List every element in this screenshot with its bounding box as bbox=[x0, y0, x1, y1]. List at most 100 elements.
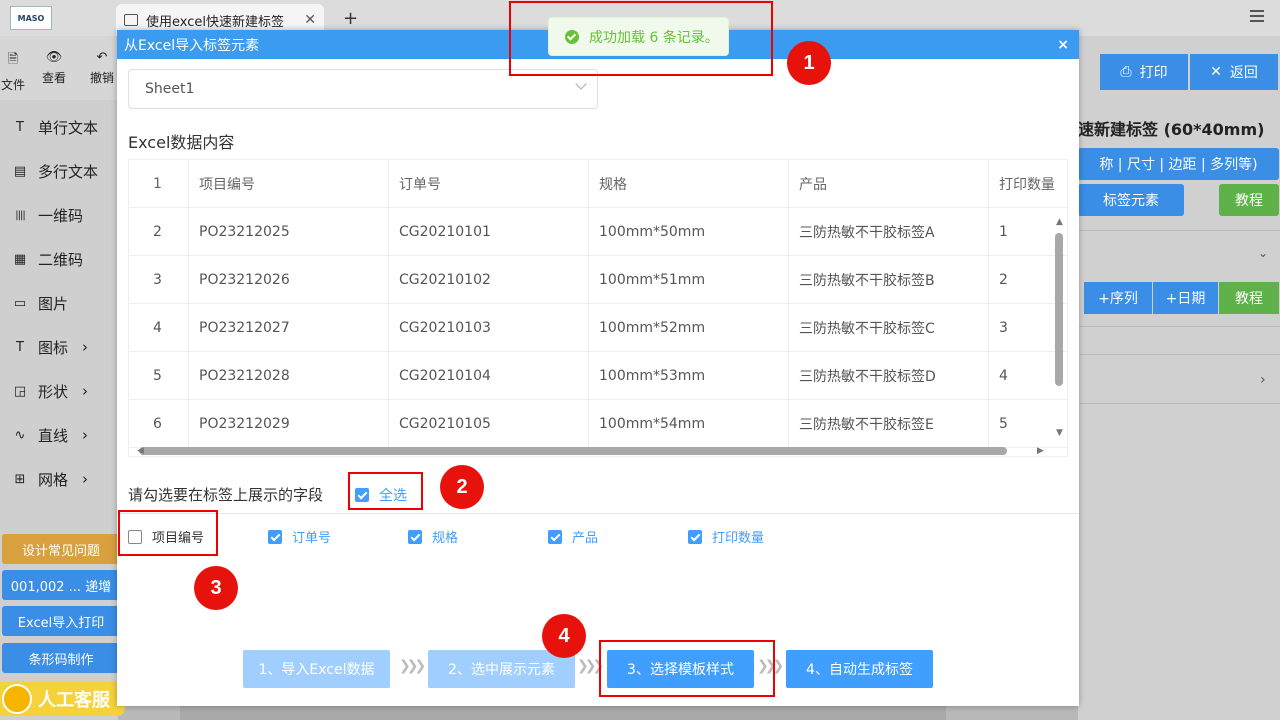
tool-line[interactable]: ∿ 直线 › bbox=[12, 423, 88, 447]
tool-label: 单行文本 bbox=[38, 118, 99, 137]
chevron-down-icon[interactable]: ⌄ bbox=[1258, 246, 1268, 260]
scroll-left-icon[interactable]: ◀ bbox=[137, 446, 144, 456]
close-tab-icon[interactable]: ✕ bbox=[304, 12, 316, 28]
file-button[interactable]: 🗎 文件 bbox=[0, 50, 26, 93]
tool-label: 多行文本 bbox=[38, 162, 99, 181]
table-cell: 三防热敏不干胶标签C bbox=[789, 304, 989, 352]
table-row[interactable]: 4 PO23212027 CG20210103 100mm*52mm 三防热敏不… bbox=[129, 304, 1067, 352]
divider bbox=[117, 513, 1079, 514]
checkbox-checked-icon bbox=[268, 529, 282, 544]
qrcode-icon: ▦ bbox=[13, 251, 27, 267]
annotation-box-1 bbox=[509, 1, 773, 76]
table-cell: CG20210103 bbox=[389, 304, 589, 352]
tool-icon[interactable]: T 图标 › bbox=[12, 335, 88, 359]
horizontal-scrollbar[interactable] bbox=[139, 447, 1007, 455]
label-elements-button[interactable]: 标签元素 bbox=[1078, 184, 1184, 216]
tool-barcode[interactable]: |||| 一维码 bbox=[12, 203, 83, 227]
annotation-box-3 bbox=[118, 510, 218, 556]
excel-data-table: 1 项目编号 订单号 规格 产品 打印数量 2 PO23212025 CG202… bbox=[128, 159, 1068, 457]
close-icon[interactable]: × bbox=[1057, 37, 1069, 53]
back-button[interactable]: ✕ 返回 bbox=[1190, 54, 1278, 90]
annotation-badge-3: 3 bbox=[194, 566, 238, 610]
text-icon: T bbox=[16, 119, 24, 135]
annotation-box-2 bbox=[348, 472, 423, 510]
chevron-right-icon: › bbox=[82, 426, 89, 444]
chevrons-right-icon: ❯❯❯ bbox=[577, 658, 604, 674]
undo-button[interactable]: ↶ 撤销 bbox=[88, 50, 116, 86]
field-checkbox-spec[interactable]: 规格 bbox=[408, 527, 458, 546]
table-cell: 三防热敏不干胶标签E bbox=[789, 400, 989, 448]
tool-image[interactable]: ▭ 图片 bbox=[12, 291, 68, 315]
shape-icon: ◲ bbox=[13, 383, 27, 399]
scroll-down-icon[interactable]: ▼ bbox=[1056, 428, 1063, 438]
vertical-scrollbar[interactable] bbox=[1055, 233, 1063, 386]
multiline-icon: ▤ bbox=[13, 163, 27, 179]
step-generate-labels[interactable]: 4、自动生成标签 bbox=[786, 650, 933, 688]
excel-import-button[interactable]: Excel导入打印 bbox=[2, 606, 120, 636]
file-icon: 🗎 bbox=[7, 52, 19, 67]
field-checkbox-product[interactable]: 产品 bbox=[548, 527, 598, 546]
label-title: 速新建标签 (60*40mm) bbox=[1078, 120, 1265, 139]
checkbox-checked-icon bbox=[548, 529, 562, 544]
view-button[interactable]: 👁 查看 bbox=[40, 50, 68, 86]
table-cell: CG20210105 bbox=[389, 400, 589, 448]
field-checkbox-order-no[interactable]: 订单号 bbox=[268, 527, 331, 546]
tutorial-button-2[interactable]: 教程 bbox=[1219, 282, 1279, 314]
new-tab-icon[interactable]: + bbox=[343, 8, 358, 29]
table-cell: 100mm*54mm bbox=[589, 400, 789, 448]
checkbox-checked-icon bbox=[688, 529, 702, 544]
page-icon bbox=[124, 14, 138, 26]
table-cell: 6 bbox=[129, 400, 189, 448]
chevron-right-icon: › bbox=[82, 382, 89, 400]
menu-icon[interactable] bbox=[1250, 10, 1264, 22]
table-row[interactable]: 2 PO23212025 CG20210101 100mm*50mm 三防热敏不… bbox=[129, 208, 1067, 256]
header-cell: 项目编号 bbox=[189, 160, 389, 208]
table-cell: 100mm*52mm bbox=[589, 304, 789, 352]
chevron-right-icon[interactable]: › bbox=[1260, 372, 1266, 388]
tool-grid[interactable]: ⊞ 网格 › bbox=[12, 467, 88, 491]
step-select-elements[interactable]: 2、选中展示元素 bbox=[428, 650, 575, 688]
table-row[interactable]: 6 PO23212029 CG20210105 100mm*54mm 三防热敏不… bbox=[129, 400, 1067, 448]
tool-multi-line-text[interactable]: ▤ 多行文本 bbox=[12, 159, 98, 183]
sheet-value: Sheet1 bbox=[145, 81, 195, 97]
table-cell: 三防热敏不干胶标签D bbox=[789, 352, 989, 400]
table-row[interactable]: 5 PO23212028 CG20210104 100mm*53mm 三防热敏不… bbox=[129, 352, 1067, 400]
size-settings-button[interactable]: 称 | 尺寸 | 边距 | 多列等) bbox=[1078, 148, 1279, 180]
table-cell: 3 bbox=[129, 256, 189, 304]
header-cell: 规格 bbox=[589, 160, 789, 208]
step-import-excel[interactable]: 1、导入Excel数据 bbox=[243, 650, 390, 688]
back-label: 返回 bbox=[1229, 65, 1258, 81]
customer-service-button[interactable]: 人工客服 bbox=[0, 682, 125, 716]
table-cell: 100mm*51mm bbox=[589, 256, 789, 304]
annotation-badge-4: 4 bbox=[542, 614, 586, 658]
table-cell: PO23212025 bbox=[189, 208, 389, 256]
tool-single-line-text[interactable]: T 单行文本 bbox=[12, 115, 98, 139]
field-label: 订单号 bbox=[292, 531, 332, 546]
barcode-make-button[interactable]: 条形码制作 bbox=[2, 643, 120, 673]
field-label: 规格 bbox=[432, 531, 459, 546]
print-button[interactable]: ⎙ 打印 bbox=[1100, 54, 1188, 90]
table-row[interactable]: 3 PO23212026 CG20210102 100mm*51mm 三防热敏不… bbox=[129, 256, 1067, 304]
add-sequence-button[interactable]: +序列 bbox=[1084, 282, 1152, 314]
tool-shape[interactable]: ◲ 形状 › bbox=[12, 379, 88, 403]
table-cell: CG20210104 bbox=[389, 352, 589, 400]
close-icon: ✕ bbox=[1210, 64, 1222, 80]
divider bbox=[1078, 326, 1280, 327]
app-logo: MASO bbox=[10, 6, 52, 30]
scroll-up-icon[interactable]: ▲ bbox=[1056, 217, 1063, 227]
faq-button[interactable]: 设计常见问题 bbox=[2, 534, 120, 564]
header-cell: 1 bbox=[129, 160, 189, 208]
tool-label: 图标 bbox=[38, 338, 69, 357]
header-cell: 打印数量 bbox=[999, 177, 1055, 193]
table-cell: 5 bbox=[129, 352, 189, 400]
avatar bbox=[2, 684, 32, 714]
tool-qrcode[interactable]: ▦ 二维码 bbox=[12, 247, 83, 271]
divider bbox=[1078, 354, 1280, 355]
annotation-badge-1: 1 bbox=[787, 41, 831, 85]
tutorial-button[interactable]: 教程 bbox=[1219, 184, 1279, 216]
field-checkbox-print-qty[interactable]: 打印数量 bbox=[688, 527, 764, 546]
add-date-button[interactable]: +日期 bbox=[1153, 282, 1218, 314]
undo-label: 撤销 bbox=[89, 71, 114, 85]
increment-button[interactable]: 001,002 ... 递增 bbox=[2, 570, 120, 600]
scroll-right-icon[interactable]: ▶ bbox=[1037, 446, 1044, 456]
